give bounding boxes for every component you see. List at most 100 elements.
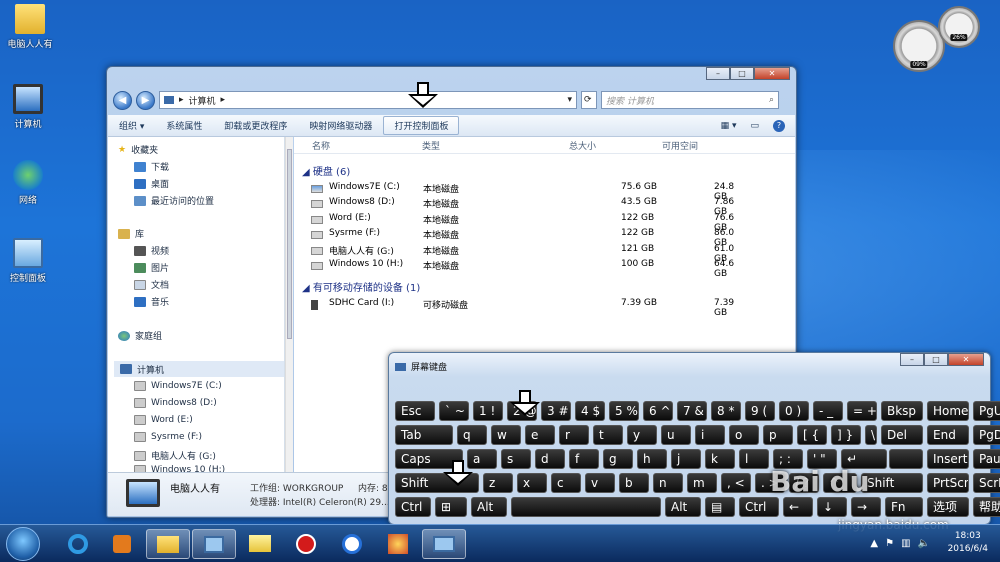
taskbar-folder[interactable] (238, 529, 282, 559)
breadcrumb[interactable]: 计算机 (189, 94, 216, 107)
drive-row[interactable]: Windows7E (C:) 本地磁盘 75.6 GB 24.8 GB (309, 182, 734, 202)
key-4-$[interactable]: 4 $ (575, 401, 605, 421)
start-button[interactable] (6, 527, 40, 561)
nav-drive-e[interactable]: Word (E:) (134, 415, 193, 425)
key-g[interactable]: g (603, 449, 633, 469)
help-icon[interactable]: ? (773, 119, 785, 132)
nav-computer[interactable]: 计算机 (114, 361, 284, 377)
key-ScrLk[interactable]: ScrLk (973, 473, 1000, 493)
key-k[interactable]: k (705, 449, 735, 469)
key-1-![interactable]: 1 ! (473, 401, 503, 421)
nav-drive-g[interactable]: 电脑人人有 (G:) (134, 449, 216, 462)
key-i[interactable]: i (695, 425, 725, 445)
column-header-type[interactable]: 类型 (422, 139, 440, 152)
column-header-free-space[interactable]: 可用空间 (662, 139, 698, 152)
key-[-{[interactable]: [ { (797, 425, 827, 445)
key-⊞[interactable]: ⊞ (435, 497, 467, 517)
nav-item-pictures[interactable]: 图片 (134, 261, 169, 274)
column-header-total-size[interactable]: 总大小 (569, 139, 596, 152)
close-button[interactable]: ✕ (754, 67, 790, 80)
column-header-name[interactable]: 名称 (312, 139, 330, 152)
back-button[interactable]: ◀ (113, 90, 132, 110)
nav-drive-f[interactable]: Sysrme (F:) (134, 432, 202, 442)
key-←[interactable]: ← (783, 497, 813, 517)
key-o[interactable]: o (729, 425, 759, 445)
key-=-+[interactable]: = + (847, 401, 877, 421)
key-,-<[interactable]: , < (721, 473, 751, 493)
key-PgUp[interactable]: PgUp (973, 401, 1000, 421)
key-Insert[interactable]: Insert (927, 449, 969, 469)
key-PgDn[interactable]: PgDn (973, 425, 1000, 445)
key-b[interactable]: b (619, 473, 649, 493)
key-8-*[interactable]: 8 * (711, 401, 741, 421)
nav-item-documents[interactable]: 文档 (134, 278, 169, 291)
address-bar[interactable]: ▸ 计算机 ▸ ▾ (159, 91, 577, 109)
key-blank[interactable] (511, 497, 661, 517)
key-0-)[interactable]: 0 ) (779, 401, 809, 421)
taskbar-clock[interactable]: 18:03 2016/6/4 (948, 530, 988, 556)
key-c[interactable]: c (551, 473, 581, 493)
key-Home[interactable]: Home (927, 401, 969, 421)
volume-icon[interactable]: 🔈 (918, 538, 930, 549)
key-帮助[interactable]: 帮助 (973, 497, 1000, 517)
key-Fn[interactable]: Fn (885, 497, 923, 517)
key-↓[interactable]: ↓ (817, 497, 847, 517)
taskbar-sogou[interactable] (330, 529, 374, 559)
key-`-~[interactable]: ` ~ (439, 401, 469, 421)
drive-row[interactable]: 电脑人人有 (G:) 本地磁盘 121 GB 61.0 GB (309, 244, 734, 264)
nav-item-desktop[interactable]: 桌面 (134, 177, 169, 190)
drive-row[interactable]: Word (E:) 本地磁盘 122 GB 76.6 GB (309, 213, 734, 233)
key-t[interactable]: t (593, 425, 623, 445)
key-Del[interactable]: Del (881, 425, 923, 445)
network-tray-icon[interactable]: ▥ (901, 538, 910, 549)
key-l[interactable]: l (739, 449, 769, 469)
desktop-icon-user-folder[interactable]: 电脑人人有 (0, 4, 60, 50)
key-End[interactable]: End (927, 425, 969, 445)
key-Tab[interactable]: Tab (395, 425, 453, 445)
tray-expand-icon[interactable]: ▲ (870, 538, 878, 549)
hdd-section-header[interactable]: ◢ 硬盘 (6) (302, 163, 350, 178)
system-properties-button[interactable]: 系统属性 (155, 119, 213, 132)
desktop-icon-computer[interactable]: 计算机 (0, 84, 58, 130)
view-options-icon[interactable]: ▦ ▾ (721, 121, 737, 131)
open-control-panel-button[interactable]: 打开控制面板 (383, 116, 460, 135)
key-j[interactable]: j (671, 449, 701, 469)
key-h[interactable]: h (637, 449, 667, 469)
key-Esc[interactable]: Esc (395, 401, 435, 421)
osk-close-button[interactable]: ✕ (948, 353, 984, 366)
flag-icon[interactable]: ⚑ (885, 538, 894, 549)
key---_[interactable]: - _ (813, 401, 843, 421)
key-v[interactable]: v (585, 473, 615, 493)
key-m[interactable]: m (687, 473, 717, 493)
uninstall-program-button[interactable]: 卸载或更改程序 (213, 119, 298, 132)
drive-row[interactable]: SDHC Card (I:) 可移动磁盘 7.39 GB 7.39 GB (309, 298, 734, 318)
desktop-icon-network[interactable]: 网络 (0, 160, 58, 206)
desktop-icon-control-panel[interactable]: 控制面板 (0, 238, 58, 284)
key-Bksp[interactable]: Bksp (881, 401, 923, 421)
key-a[interactable]: a (467, 449, 497, 469)
key-7-&[interactable]: 7 & (677, 401, 707, 421)
key-→[interactable]: → (851, 497, 881, 517)
organize-button[interactable]: 组织 ▾ (108, 119, 155, 132)
drive-row[interactable]: Sysrme (F:) 本地磁盘 122 GB 86.0 GB (309, 228, 734, 248)
drive-row[interactable]: Windows 10 (H:) 本地磁盘 100 GB 64.6 GB (309, 259, 734, 279)
taskbar-chess[interactable] (284, 529, 328, 559)
key-p[interactable]: p (763, 425, 793, 445)
key-e[interactable]: e (525, 425, 555, 445)
nav-item-recent[interactable]: 最近访问的位置 (134, 194, 214, 207)
key-x[interactable]: x (517, 473, 547, 493)
key-Alt[interactable]: Alt (471, 497, 507, 517)
nav-libraries[interactable]: 库 (118, 227, 144, 240)
nav-homegroup[interactable]: 家庭组 (118, 329, 162, 342)
nav-drive-d[interactable]: Windows8 (D:) (134, 398, 217, 408)
key-]-}[interactable]: ] } (831, 425, 861, 445)
key-5-%[interactable]: 5 % (609, 401, 639, 421)
taskbar-media-player[interactable] (100, 529, 144, 559)
key-s[interactable]: s (501, 449, 531, 469)
search-input[interactable]: 搜索 计算机 ⌕ (601, 91, 779, 109)
osk-maximize-button[interactable]: □ (924, 353, 948, 366)
nav-favorites[interactable]: ★ 收藏夹 (118, 143, 158, 157)
key-y[interactable]: y (627, 425, 657, 445)
key-6-^[interactable]: 6 ^ (643, 401, 673, 421)
key-\[interactable]: \ (865, 425, 877, 445)
